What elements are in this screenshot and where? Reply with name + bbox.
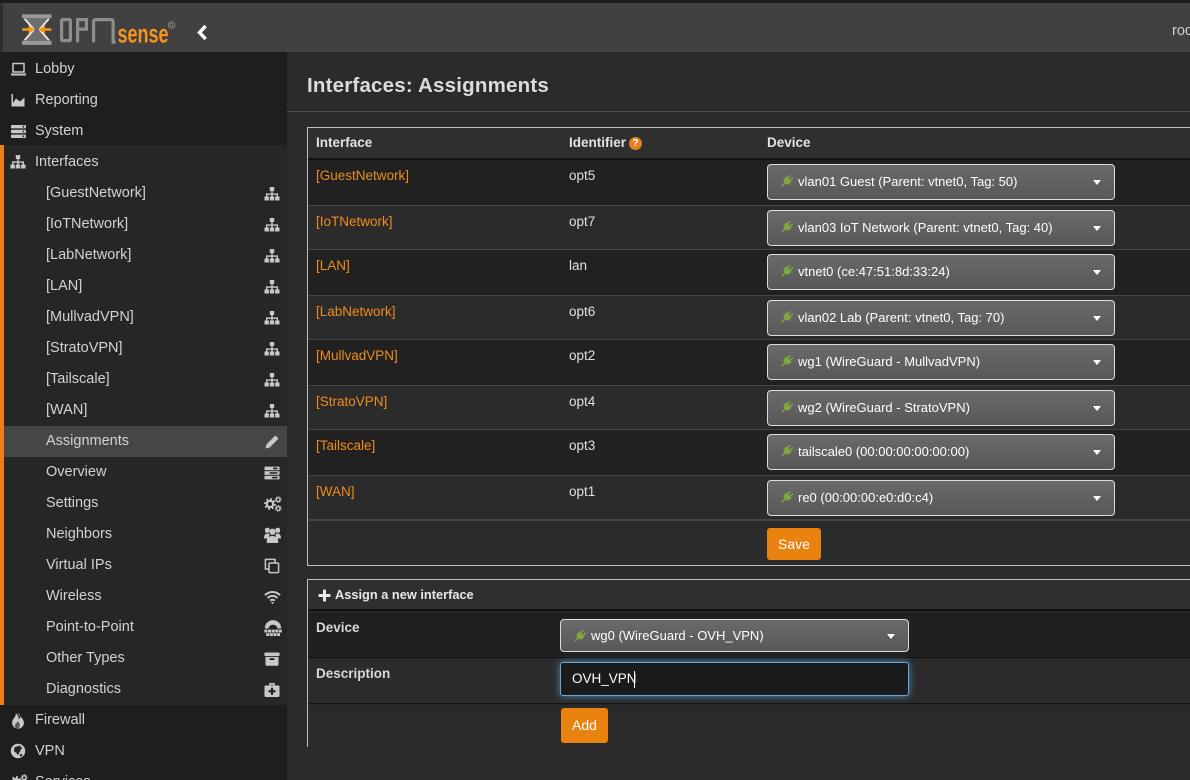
svg-text:R: R xyxy=(169,23,174,29)
svg-text:sense: sense xyxy=(118,19,169,49)
